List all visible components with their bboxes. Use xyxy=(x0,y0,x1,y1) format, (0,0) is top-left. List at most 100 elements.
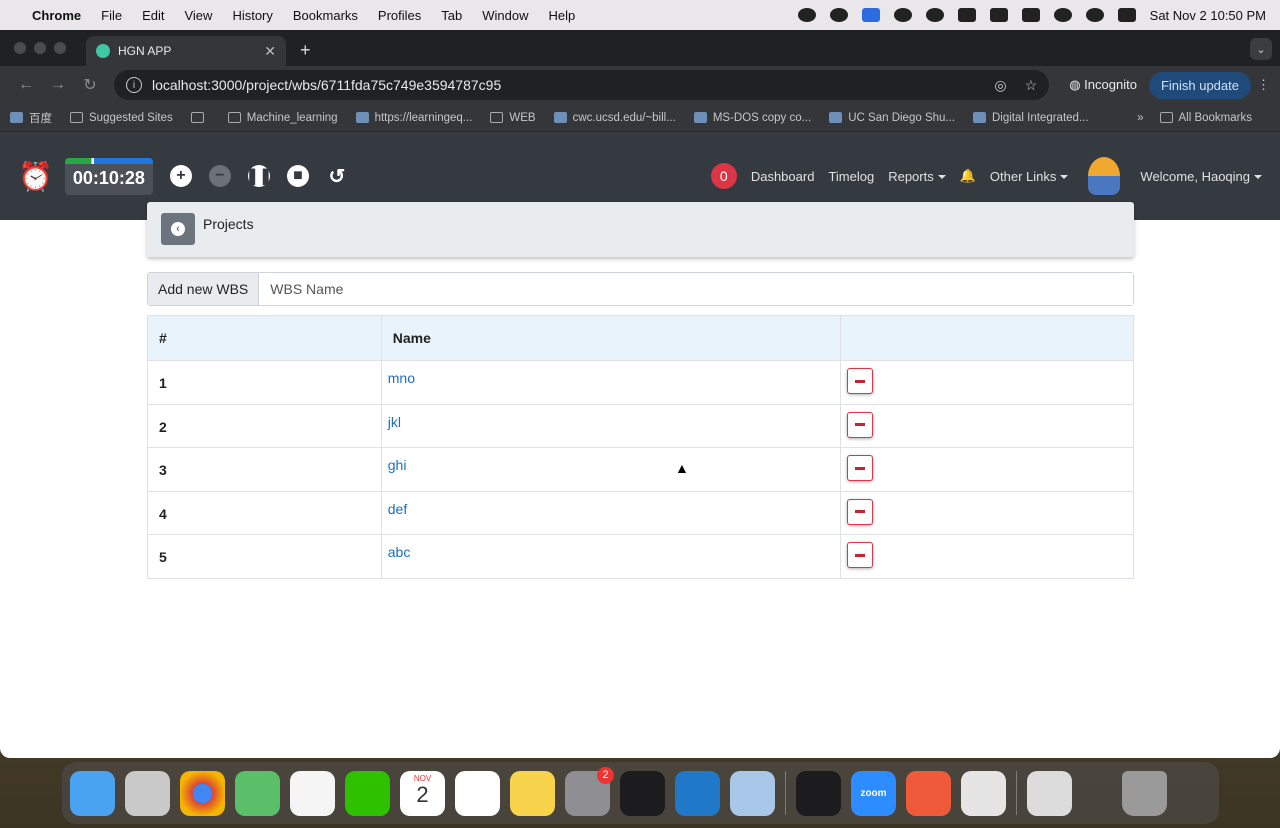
reload-icon[interactable]: ↻ xyxy=(74,75,106,95)
forward-arrow-icon[interactable]: → xyxy=(42,76,74,94)
display-icon[interactable] xyxy=(989,8,1008,22)
chevron-double-right-icon[interactable]: » xyxy=(1137,112,1143,124)
url-text[interactable]: localhost:3000/project/wbs/6711fda75c749… xyxy=(152,77,501,93)
notification-count-badge[interactable]: 0 xyxy=(710,163,737,189)
reminders-icon[interactable] xyxy=(455,770,500,816)
tab-search-chevron-icon[interactable]: ⌄ xyxy=(1250,38,1272,60)
delete-wbs-button[interactable] xyxy=(847,368,874,394)
menu-bookmarks[interactable]: Bookmarks xyxy=(293,8,358,23)
finder-icon[interactable] xyxy=(70,770,115,816)
avatar[interactable] xyxy=(1088,157,1121,195)
activity-monitor-icon[interactable] xyxy=(796,770,841,816)
menu-edit[interactable]: Edit xyxy=(142,8,164,23)
battery-icon[interactable] xyxy=(1021,8,1040,22)
welcome-user-dropdown[interactable]: Welcome, Haoqing xyxy=(1140,169,1262,184)
bookmark-item[interactable]: Machine_learning xyxy=(227,112,338,124)
launchpad-icon[interactable] xyxy=(125,770,170,816)
wbs-name-link[interactable]: def xyxy=(388,501,407,517)
new-tab-button[interactable]: + xyxy=(300,40,311,61)
menu-history[interactable]: History xyxy=(232,8,272,23)
incognito-indicator[interactable]: ◍ Incognito xyxy=(1057,77,1149,93)
wbs-name-link[interactable]: jkl xyxy=(388,414,401,430)
spotlight-search-icon[interactable] xyxy=(1085,8,1104,22)
nav-reports-dropdown[interactable]: Reports xyxy=(888,169,946,184)
menu-file[interactable]: File xyxy=(101,8,122,23)
add-time-button[interactable]: + xyxy=(169,165,192,187)
delete-wbs-button[interactable] xyxy=(847,411,874,438)
maps-icon[interactable] xyxy=(235,770,280,816)
vscode-icon[interactable] xyxy=(675,770,720,816)
wifi-icon[interactable] xyxy=(1053,8,1072,22)
bookmark-item[interactable]: cwc.ucsd.edu/~bill... xyxy=(553,112,676,124)
menu-profiles[interactable]: Profiles xyxy=(378,8,421,23)
timer-display[interactable]: 00:10:28 xyxy=(64,157,153,195)
kebab-menu-icon[interactable]: ⋮ xyxy=(1257,77,1270,93)
address-bar[interactable]: i localhost:3000/project/wbs/6711fda75c7… xyxy=(114,70,1050,100)
back-to-projects-button[interactable]: ‹ xyxy=(161,213,195,245)
chrome-icon[interactable] xyxy=(180,770,225,816)
cloud-icon[interactable] xyxy=(829,8,848,22)
browser-tab-active[interactable]: HGN APP ✕ xyxy=(86,36,286,66)
terminal-icon[interactable] xyxy=(620,770,665,816)
notes-icon[interactable] xyxy=(510,770,555,816)
bookmark-item[interactable]: Digital Integrated... xyxy=(973,112,1089,124)
menubar-clock[interactable]: Sat Nov 2 10:50 PM xyxy=(1150,8,1266,23)
bookmark-item[interactable]: 百度 xyxy=(10,110,52,126)
nav-timelog[interactable]: Timelog xyxy=(828,169,874,184)
bookmark-item[interactable] xyxy=(190,112,210,123)
back-arrow-icon[interactable]: ← xyxy=(10,76,42,94)
stop-button[interactable]: ■ xyxy=(286,165,309,187)
zoom-status-icon[interactable] xyxy=(861,8,880,22)
photos-icon[interactable] xyxy=(290,770,335,816)
documents-stack-icon[interactable] xyxy=(1027,770,1072,816)
subtract-time-button[interactable]: − xyxy=(208,165,231,187)
printer-icon[interactable] xyxy=(961,770,1006,816)
calendar-icon[interactable]: NOV 2 xyxy=(400,770,445,816)
bookmark-item[interactable]: WEB xyxy=(490,112,536,124)
bookmark-item[interactable]: MS-DOS copy co... xyxy=(693,112,811,124)
alarm-clock-icon[interactable]: ⏰ xyxy=(18,160,53,193)
nav-other-links-dropdown[interactable]: Other Links xyxy=(990,169,1068,184)
play-icon[interactable] xyxy=(925,8,944,22)
delete-wbs-button[interactable] xyxy=(847,542,874,569)
input-source-icon[interactable] xyxy=(957,8,976,22)
bookmark-item[interactable]: UC San Diego Shu... xyxy=(829,112,955,124)
wbs-name-link[interactable]: ghi xyxy=(388,457,407,473)
system-settings-icon[interactable]: 2 xyxy=(565,766,614,816)
wechat-status-icon[interactable] xyxy=(893,8,912,22)
menu-tab[interactable]: Tab xyxy=(441,8,462,23)
vscode-minimized-icon[interactable] xyxy=(1082,771,1112,816)
control-center-icon[interactable] xyxy=(1117,8,1136,22)
preview-icon[interactable] xyxy=(730,770,775,816)
brightness-icon[interactable] xyxy=(797,8,816,22)
site-info-icon[interactable]: i xyxy=(126,77,142,93)
minimize-window-button[interactable] xyxy=(34,42,46,54)
delete-wbs-button[interactable] xyxy=(847,498,874,525)
bookmark-item[interactable]: Suggested Sites xyxy=(70,112,173,124)
menu-app-name[interactable]: Chrome xyxy=(32,8,81,23)
zoom-window-button[interactable] xyxy=(54,42,66,54)
menu-window[interactable]: Window xyxy=(482,8,528,23)
wbs-name-input[interactable] xyxy=(259,273,1133,305)
reset-icon[interactable]: ↺ xyxy=(326,165,348,188)
pause-button[interactable]: ❚❚ xyxy=(246,165,272,187)
zoom-app-icon[interactable]: zoom xyxy=(851,770,896,816)
eye-slash-icon[interactable]: ◎ xyxy=(994,77,1006,94)
menu-view[interactable]: View xyxy=(184,8,212,23)
add-wbs-label[interactable]: Add new WBS xyxy=(148,273,260,305)
bell-icon[interactable]: 🔔 xyxy=(960,168,976,184)
close-window-button[interactable] xyxy=(14,42,26,54)
wechat-icon[interactable] xyxy=(345,770,390,816)
wbs-name-link[interactable]: abc xyxy=(388,544,411,560)
postman-icon[interactable] xyxy=(906,770,951,816)
bookmark-item[interactable]: https://learningeq... xyxy=(355,112,472,124)
wbs-name-link[interactable]: mno xyxy=(388,370,415,386)
menu-help[interactable]: Help xyxy=(549,8,576,23)
finish-update-button[interactable]: Finish update xyxy=(1148,71,1251,99)
delete-wbs-button[interactable] xyxy=(847,455,874,482)
tab-close-icon[interactable]: ✕ xyxy=(264,43,276,60)
trash-icon[interactable] xyxy=(1122,770,1167,816)
nav-dashboard[interactable]: Dashboard xyxy=(751,169,815,184)
all-bookmarks-button[interactable]: All Bookmarks xyxy=(1159,112,1252,124)
bookmark-star-icon[interactable]: ☆ xyxy=(1025,77,1038,94)
